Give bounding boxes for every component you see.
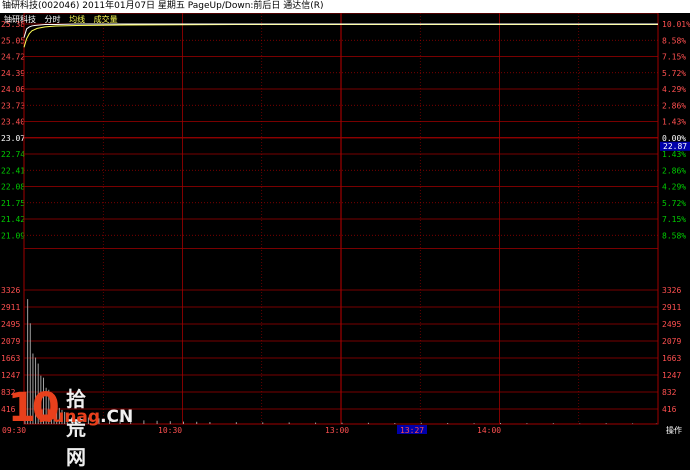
legend-volume-label: 成交量: [93, 15, 118, 24]
volume-tick-label-right: 3326: [662, 286, 681, 295]
price-tick-label: 24.72: [1, 53, 25, 62]
volume-tick-label-left: 2495: [1, 320, 20, 329]
time-tick-label: 09:30: [2, 426, 26, 434]
percent-tick-label: 2.86%: [662, 166, 686, 175]
volume-tick-label-left: 1663: [1, 354, 20, 363]
window-title: 铀研科技(002046) 2011年01月07日 星期五 PageUp/Down…: [2, 1, 324, 11]
price-tick-label: 21.42: [1, 215, 25, 224]
price-tick-label: 22.74: [1, 150, 25, 159]
price-tick-label: 21.75: [1, 199, 25, 208]
volume-tick-label-right: 2495: [662, 320, 681, 329]
legend-avg-label: 均线: [69, 15, 86, 24]
percent-tick-label: 1.43%: [662, 118, 686, 127]
price-tick-label: 23.73: [1, 101, 25, 110]
volume-tick-label-right: 1663: [662, 354, 681, 363]
time-tick-label: 13:27: [400, 426, 424, 434]
time-tick-label: 13:00: [325, 426, 349, 434]
price-tick-label: 23.40: [1, 118, 25, 127]
intraday-chart[interactable]: 25.38 10.01%25.05 8.58%24.72 7.15%24.39 5.72…: [0, 13, 690, 434]
price-tick-label: 21.09: [1, 231, 25, 240]
percent-tick-label: 5.72%: [662, 199, 686, 208]
cursor-price-label: 22.87: [663, 142, 687, 151]
percent-tick-label: 1.43%: [662, 150, 686, 159]
volume-tick-label-left: 1247: [1, 371, 20, 380]
percent-tick-label: 4.29%: [662, 85, 686, 94]
volume-tick-label-left: 3326: [1, 286, 20, 295]
action-label: 操作: [666, 425, 682, 434]
chart-legend: 铀研科技 分时 均线 成交量: [4, 14, 124, 25]
percent-tick-label: 2.86%: [662, 101, 686, 110]
volume-tick-label-right: 832: [662, 388, 677, 397]
percent-tick-label: 4.29%: [662, 183, 686, 192]
window-title-bar: 铀研科技(002046) 2011年01月07日 星期五 PageUp/Down…: [0, 0, 690, 13]
time-tick-label: 10:30: [158, 426, 182, 434]
percent-tick-label: 5.72%: [662, 69, 686, 78]
percent-tick-label: 8.58%: [662, 231, 686, 240]
volume-tick-label-right: 416: [662, 405, 677, 414]
volume-tick-label-right: 2079: [662, 337, 681, 346]
volume-tick-label-right: 2911: [662, 303, 681, 312]
volume-tick-label-left: 2911: [1, 303, 20, 312]
legend-price-label: 分时: [44, 15, 61, 24]
volume-tick-label-right: 1247: [662, 371, 681, 380]
percent-tick-label: 7.15%: [662, 215, 686, 224]
percent-tick-label: 7.15%: [662, 53, 686, 62]
price-tick-label: 22.41: [1, 166, 25, 175]
price-tick-label: 24.06: [1, 85, 25, 94]
percent-tick-label: 10.01%: [662, 20, 690, 29]
price-tick-label: 22.08: [1, 183, 25, 192]
legend-stock-name: 铀研科技: [4, 15, 36, 24]
time-tick-label: 14:00: [477, 426, 501, 434]
volume-tick-label-left: 416: [1, 405, 16, 414]
price-tick-label: 23.07: [1, 134, 25, 143]
price-tick-label: 25.05: [1, 36, 25, 45]
percent-tick-label: 8.58%: [662, 36, 686, 45]
volume-tick-label-left: 832: [1, 388, 16, 397]
price-tick-label: 24.39: [1, 69, 25, 78]
volume-tick-label-left: 2079: [1, 337, 20, 346]
